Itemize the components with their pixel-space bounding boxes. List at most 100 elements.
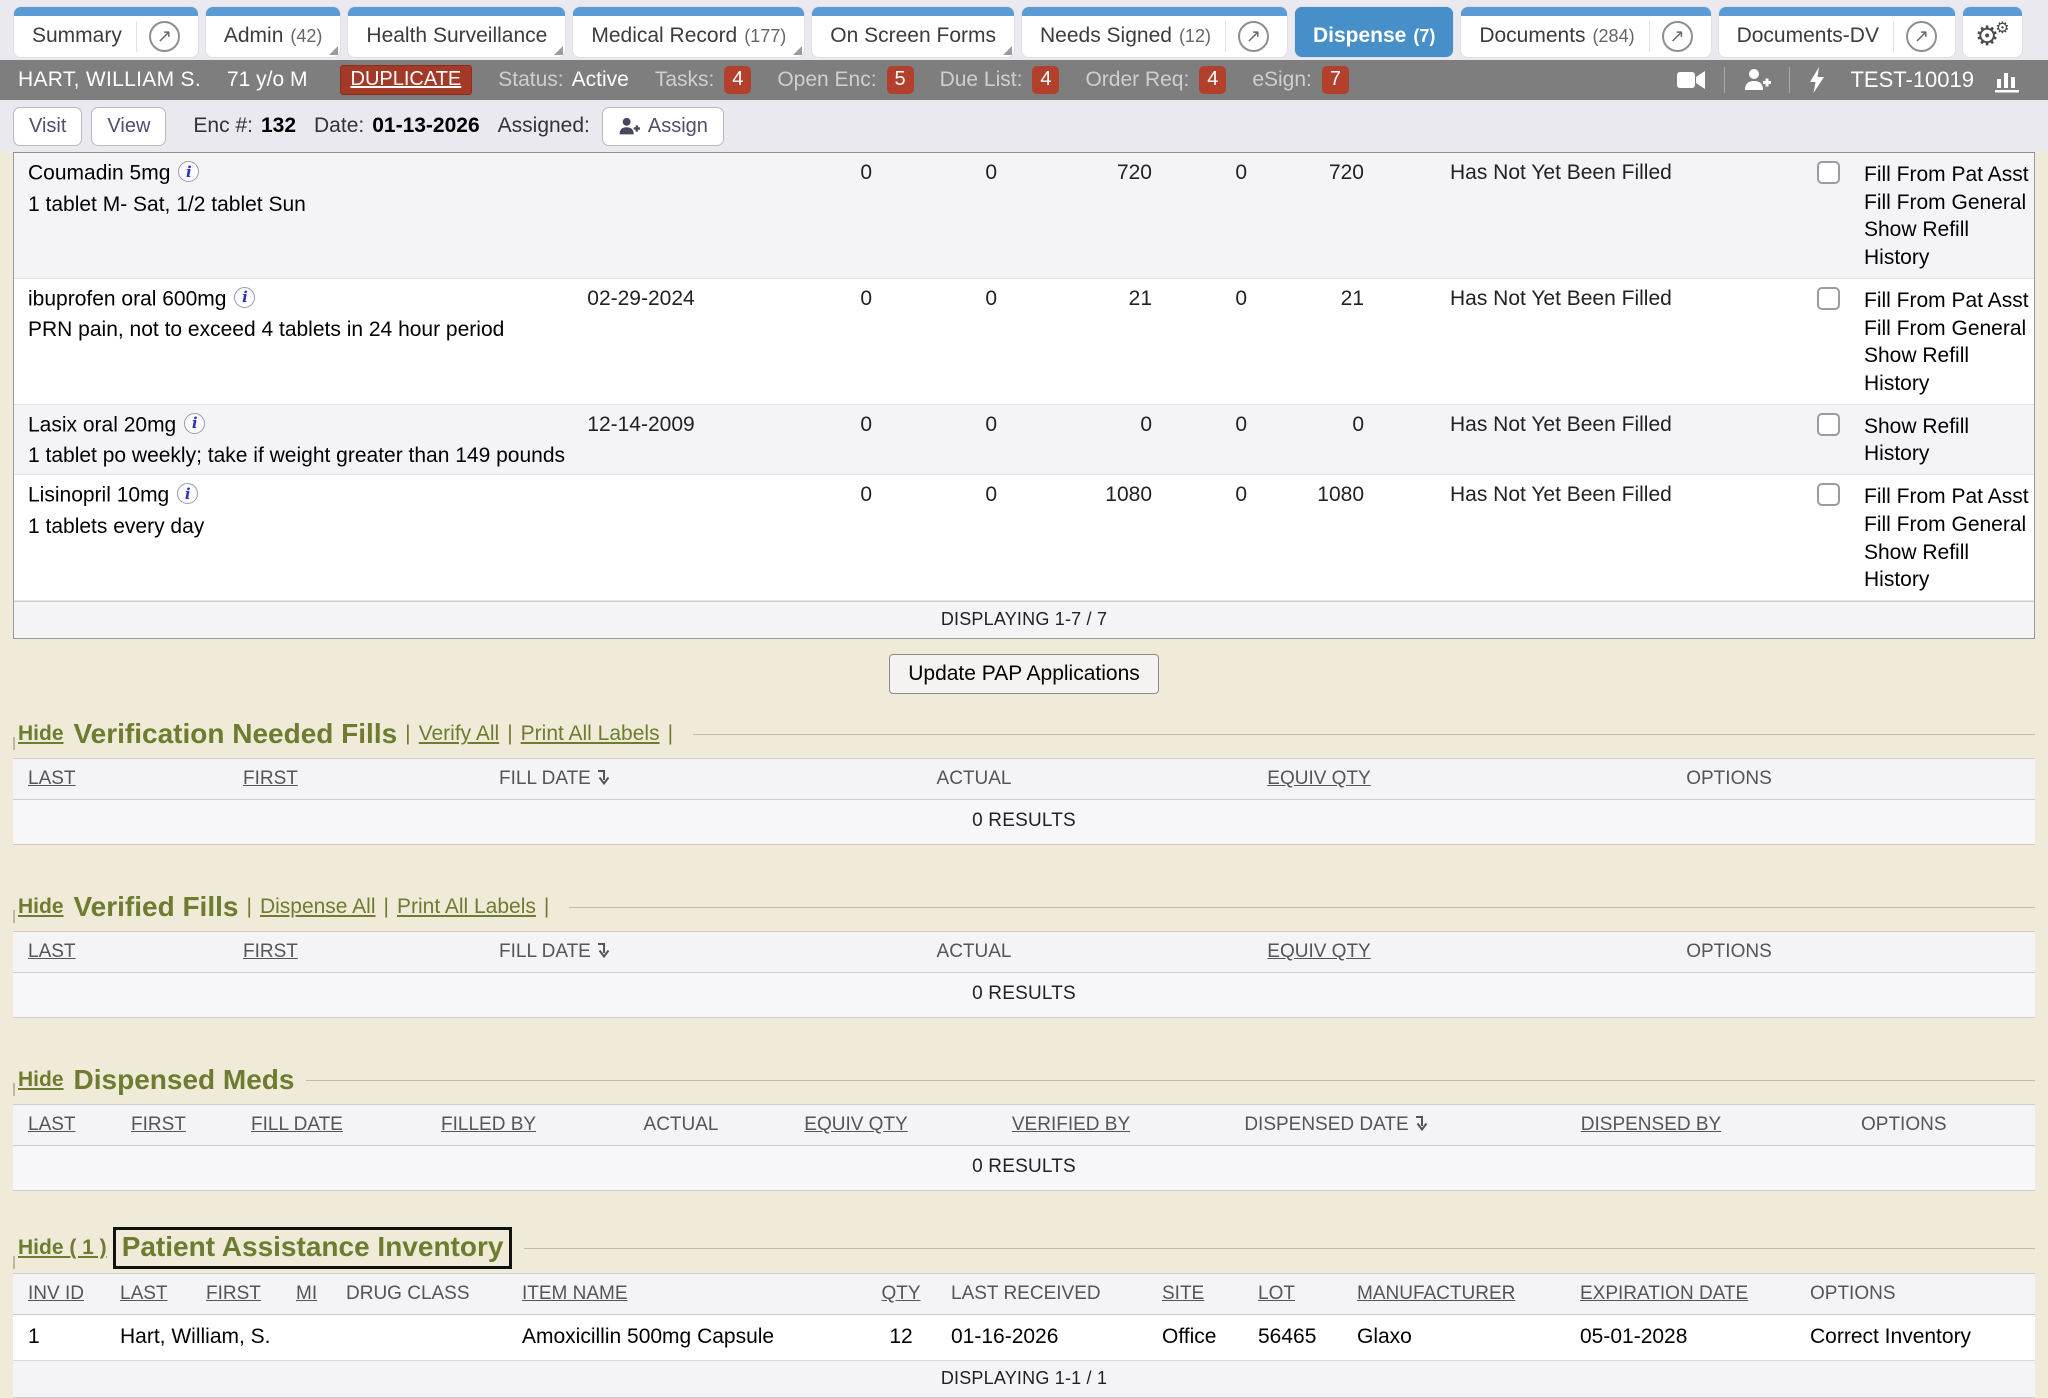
- duplicate-badge[interactable]: DUPLICATE: [340, 65, 473, 95]
- col-dispensed-by[interactable]: DISPENSED BY: [1441, 1114, 1861, 1136]
- col-site[interactable]: SITE: [1146, 1283, 1241, 1305]
- update-pap-applications-button[interactable]: Update PAP Applications: [889, 654, 1159, 694]
- info-icon[interactable]: i: [178, 161, 199, 182]
- tab-documents-dv[interactable]: Documents-DV ↗: [1719, 7, 1955, 57]
- tab-on-screen-forms[interactable]: On Screen Forms: [812, 7, 1014, 57]
- esign-count-badge[interactable]: 7: [1322, 66, 1349, 94]
- info-icon[interactable]: i: [234, 287, 255, 308]
- results-count: 0 RESULTS: [13, 800, 2035, 845]
- col-last[interactable]: LAST: [106, 1283, 191, 1305]
- show-refill-history-link[interactable]: Show Refill History: [1864, 539, 2034, 594]
- col-first[interactable]: FIRST: [131, 1114, 251, 1136]
- order-req-count-badge[interactable]: 4: [1199, 66, 1226, 94]
- sort-descending-icon: [595, 769, 610, 786]
- col-fill-date[interactable]: FILL DATE: [251, 1114, 441, 1136]
- tab-medical-record[interactable]: Medical Record (177): [573, 7, 804, 57]
- show-refill-history-link[interactable]: Show Refill History: [1864, 342, 2034, 397]
- fieldset-tick: [13, 910, 15, 923]
- fill-from-general-link[interactable]: Fill From General: [1864, 189, 2034, 217]
- col-dispensed-date[interactable]: DISPENSED DATE: [1231, 1114, 1441, 1136]
- tab-settings-button[interactable]: ⚙ ⚙: [1963, 7, 2022, 57]
- col-last[interactable]: LAST: [13, 1114, 131, 1136]
- col-lot[interactable]: LOT: [1241, 1283, 1341, 1305]
- open-in-new-window-button[interactable]: ↗: [136, 21, 180, 52]
- col-verified-by[interactable]: VERIFIED BY: [911, 1114, 1231, 1136]
- tab-dispense[interactable]: Dispense (7): [1295, 7, 1453, 57]
- col-fill-date[interactable]: FILL DATE: [499, 768, 829, 790]
- fill-from-pat-asst-link[interactable]: Fill From Pat Asst: [1864, 161, 2034, 189]
- col-last[interactable]: LAST: [13, 941, 243, 963]
- tab-documents[interactable]: Documents (284) ↗: [1461, 7, 1710, 57]
- table-header-row: LAST FIRST FILL DATE ACTUAL EQUIV QTY OP…: [13, 758, 2035, 800]
- open-in-new-window-button[interactable]: ↗: [1225, 21, 1269, 52]
- col-filled-by[interactable]: FILLED BY: [441, 1114, 561, 1136]
- hide-pai-link[interactable]: Hide ( 1 ): [18, 1236, 107, 1260]
- row-select-checkbox[interactable]: [1817, 483, 1840, 506]
- tasks-count-badge[interactable]: 4: [724, 66, 751, 94]
- col-first[interactable]: FIRST: [243, 941, 499, 963]
- tab-label: Documents-DV: [1737, 24, 1879, 48]
- stats-button[interactable]: [1984, 67, 2030, 93]
- visit-button[interactable]: Visit: [13, 107, 82, 146]
- open-in-new-window-button[interactable]: ↗: [1893, 21, 1937, 52]
- video-call-button[interactable]: [1666, 69, 1716, 91]
- fieldset-rule: [306, 1080, 2035, 1081]
- tab-label: Health Surveillance: [366, 24, 547, 48]
- qty-cell: 0: [712, 287, 872, 311]
- col-equiv-qty[interactable]: EQUIV QTY: [1119, 768, 1519, 790]
- view-button[interactable]: View: [91, 107, 166, 146]
- add-person-button[interactable]: [1733, 68, 1781, 92]
- open-in-new-window-button[interactable]: ↗: [1649, 21, 1693, 52]
- col-options: OPTIONS: [1519, 768, 1939, 790]
- col-equiv-qty[interactable]: EQUIV QTY: [1119, 941, 1519, 963]
- col-actual: ACTUAL: [829, 941, 1119, 963]
- print-all-labels-link[interactable]: Print All Labels: [521, 722, 660, 746]
- tab-summary[interactable]: Summary ↗: [14, 7, 198, 57]
- patient-id: TEST-10019: [1850, 67, 1974, 93]
- tab-needs-signed[interactable]: Needs Signed (12) ↗: [1022, 7, 1287, 57]
- open-enc-count-badge[interactable]: 5: [887, 66, 914, 94]
- col-qty[interactable]: QTY: [866, 1283, 936, 1305]
- print-all-labels-link[interactable]: Print All Labels: [397, 895, 536, 919]
- col-equiv-qty[interactable]: EQUIV QTY: [801, 1114, 911, 1136]
- fieldset-rule: [524, 1248, 2035, 1249]
- fill-from-pat-asst-link[interactable]: Fill From Pat Asst: [1864, 287, 2034, 315]
- info-icon[interactable]: i: [177, 483, 198, 504]
- hide-verification-link[interactable]: Hide: [18, 722, 64, 746]
- row-select-checkbox[interactable]: [1817, 287, 1840, 310]
- row-select-checkbox[interactable]: [1817, 161, 1840, 184]
- medication-name: Lasix oral 20mg: [28, 413, 176, 436]
- hide-verified-link[interactable]: Hide: [18, 895, 64, 919]
- due-list-count-badge[interactable]: 4: [1032, 66, 1059, 94]
- col-first[interactable]: FIRST: [243, 768, 499, 790]
- fill-from-general-link[interactable]: Fill From General: [1864, 511, 2034, 539]
- col-last-received: LAST RECEIVED: [936, 1283, 1146, 1305]
- sort-descending-icon: [595, 942, 610, 959]
- tasks-label: Tasks:: [655, 68, 715, 92]
- col-mi[interactable]: MI: [281, 1283, 331, 1305]
- assign-button[interactable]: Assign: [602, 107, 724, 146]
- dispense-all-link[interactable]: Dispense All: [260, 895, 376, 919]
- show-refill-history-link[interactable]: Show Refill History: [1864, 216, 2034, 271]
- fill-from-pat-asst-link[interactable]: Fill From Pat Asst: [1864, 483, 2034, 511]
- medication-name: Lisinopril 10mg: [28, 484, 169, 507]
- col-first[interactable]: FIRST: [191, 1283, 281, 1305]
- info-icon[interactable]: i: [184, 413, 205, 434]
- verify-all-link[interactable]: Verify All: [419, 722, 500, 746]
- hide-dispensed-link[interactable]: Hide: [18, 1068, 64, 1092]
- quick-actions-button[interactable]: [1798, 67, 1836, 93]
- col-item-name[interactable]: ITEM NAME: [506, 1283, 866, 1305]
- show-refill-history-link[interactable]: Show Refill History: [1864, 413, 2034, 468]
- external-link-icon: ↗: [1662, 21, 1693, 52]
- fill-from-general-link[interactable]: Fill From General: [1864, 315, 2034, 343]
- tab-admin[interactable]: Admin (42): [206, 7, 341, 57]
- col-last[interactable]: LAST: [13, 768, 243, 790]
- row-select-checkbox[interactable]: [1817, 413, 1840, 436]
- col-expiration-date[interactable]: EXPIRATION DATE: [1566, 1283, 1796, 1305]
- col-inv-id[interactable]: INV ID: [13, 1283, 106, 1305]
- fill-date-cell: 12-14-2009: [570, 413, 712, 437]
- correct-inventory-link[interactable]: Correct Inventory: [1796, 1325, 2035, 1349]
- col-manufacturer[interactable]: MANUFACTURER: [1341, 1283, 1566, 1305]
- col-fill-date[interactable]: FILL DATE: [499, 941, 829, 963]
- tab-health-surveillance[interactable]: Health Surveillance: [348, 7, 565, 57]
